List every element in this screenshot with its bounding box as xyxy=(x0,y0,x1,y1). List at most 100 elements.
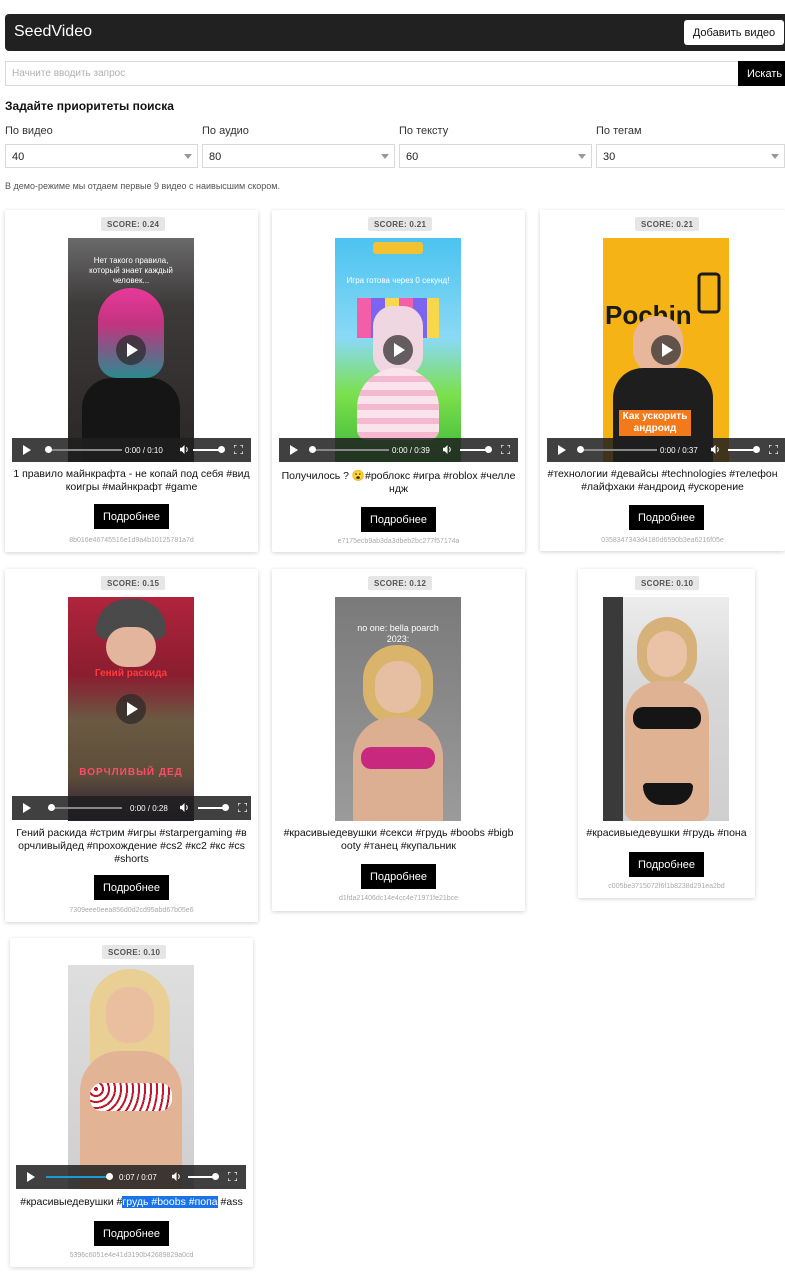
progress-track[interactable] xyxy=(48,449,122,451)
video-tags: Получилось ? 😮#роблокс #игра #roblox #че… xyxy=(276,470,521,496)
video-controls: 0:00 / 0:37 xyxy=(547,438,785,462)
video-tags-line: 1 правило майнкрафта - не копай под себя… xyxy=(13,468,250,480)
details-button[interactable]: Подробнее xyxy=(94,504,169,529)
coin-counter xyxy=(373,242,423,254)
details-button[interactable]: Подробнее xyxy=(629,852,704,877)
progress-track[interactable] xyxy=(46,1176,110,1178)
progress-handle[interactable] xyxy=(106,1173,113,1180)
play-icon[interactable] xyxy=(383,335,413,365)
video-tags-line: Гений раскида #стрим #игры #starpergamin… xyxy=(16,827,247,839)
app-title[interactable]: SeedVideo xyxy=(14,23,92,41)
priority-video-label: По видео xyxy=(5,125,53,137)
video-thumbnail[interactable]: Гений раскида ВОРЧЛИВЫЙ ДЕД xyxy=(68,597,194,821)
video-card: SCORE: 0.15 Гений раскида ВОРЧЛИВЫЙ ДЕД … xyxy=(5,569,258,922)
video-tags: Гений раскида #стрим #игры #starpergamin… xyxy=(9,827,254,866)
progress-handle[interactable] xyxy=(48,804,55,811)
priority-tags-label: По тегам xyxy=(596,125,642,137)
video-thumbnail[interactable]: Игра готова через 0 секунд! xyxy=(335,238,461,462)
details-button[interactable]: Подробнее xyxy=(629,505,704,530)
priority-audio-select[interactable]: 80 xyxy=(202,144,395,168)
search-button[interactable]: Искать xyxy=(738,61,785,86)
volume-slider[interactable] xyxy=(193,449,219,451)
person-body xyxy=(353,717,443,821)
chevron-down-icon xyxy=(771,154,779,159)
play-icon[interactable] xyxy=(27,1172,35,1182)
volume-icon[interactable] xyxy=(711,445,720,454)
video-tags: #красивыедевушки #грудь #boobs #попа #as… xyxy=(12,1196,251,1209)
details-button[interactable]: Подробнее xyxy=(94,875,169,900)
score-badge: SCORE: 0.10 xyxy=(635,576,700,590)
time-display: 0:00 / 0:39 xyxy=(392,446,430,455)
video-tags-line: #красивыедевушки #секси #грудь #boobs #b… xyxy=(283,827,514,839)
priority-text-select[interactable]: 60 xyxy=(399,144,592,168)
progress-track[interactable] xyxy=(315,449,389,451)
volume-slider[interactable] xyxy=(460,449,486,451)
video-tags-line: ндж xyxy=(389,483,408,495)
video-controls: 0:00 / 0:39 xyxy=(279,438,518,462)
video-card: SCORE: 0.24 Нет такого правила, который … xyxy=(5,210,258,552)
video-tags-line: Получилось ? 😮#роблокс #игра #roblox #че… xyxy=(281,470,516,482)
video-tags-line: #технологии #девайсы #technologies #теле… xyxy=(547,468,778,480)
priority-text-value: 60 xyxy=(406,151,419,163)
volume-icon[interactable] xyxy=(172,1172,181,1181)
progress-handle[interactable] xyxy=(45,446,52,453)
video-thumbnail[interactable]: Нет такого правила, который знает каждый… xyxy=(68,238,194,462)
volume-handle[interactable] xyxy=(753,446,760,453)
progress-track[interactable] xyxy=(583,449,657,451)
volume-icon[interactable] xyxy=(180,445,189,454)
video-controls: 0:00 / 0:28 xyxy=(12,796,251,820)
video-id: 8b016e46745516e1d9a4b10125781a7d xyxy=(69,537,194,544)
chevron-down-icon xyxy=(578,154,586,159)
priority-audio-value: 80 xyxy=(209,151,222,163)
play-icon[interactable] xyxy=(116,335,146,365)
play-icon[interactable] xyxy=(651,335,681,365)
priority-video-select[interactable]: 40 xyxy=(5,144,198,168)
video-tags: #красивыедевушки #грудь #пона xyxy=(586,827,747,839)
volume-handle[interactable] xyxy=(485,446,492,453)
video-thumbnail[interactable]: no one: bella poarch 2023: xyxy=(335,597,461,821)
volume-slider[interactable] xyxy=(198,807,224,809)
video-thumbnail[interactable]: Pochin Как ускорить андроид xyxy=(603,238,729,462)
selected-text: грудь #boobs #попа xyxy=(122,1196,218,1208)
video-thumbnail[interactable] xyxy=(68,965,194,1189)
fullscreen-icon[interactable] xyxy=(501,445,510,454)
video-tags-text: #красивыедевушки # xyxy=(20,1196,123,1208)
volume-icon[interactable] xyxy=(443,445,452,454)
chevron-down-icon xyxy=(184,154,192,159)
play-icon[interactable] xyxy=(23,445,31,455)
video-caption: Гений раскида xyxy=(94,668,168,679)
volume-icon[interactable] xyxy=(180,803,189,812)
volume-handle[interactable] xyxy=(218,446,225,453)
play-icon[interactable] xyxy=(116,694,146,724)
fullscreen-icon[interactable] xyxy=(769,445,778,454)
priority-tags-value: 30 xyxy=(603,151,616,163)
play-icon[interactable] xyxy=(23,803,31,813)
video-thumbnail[interactable] xyxy=(603,597,729,821)
volume-slider[interactable] xyxy=(728,449,754,451)
details-button[interactable]: Подробнее xyxy=(94,1221,169,1246)
fullscreen-icon[interactable] xyxy=(234,445,243,454)
person-face xyxy=(106,627,156,667)
video-id: d1fda21406dc14e4cc4e71971fe21bce xyxy=(338,895,459,902)
score-badge: SCORE: 0.12 xyxy=(368,576,433,590)
video-id: 7309eee0eea856d0d2cd95abd67b05e6 xyxy=(69,907,194,914)
play-icon[interactable] xyxy=(558,445,566,455)
video-card: SCORE: 0.12 no one: bella poarch 2023: #… xyxy=(272,569,525,911)
progress-track[interactable] xyxy=(48,807,122,809)
score-badge: SCORE: 0.24 xyxy=(101,217,166,231)
volume-slider[interactable] xyxy=(188,1176,214,1178)
priority-tags-select[interactable]: 30 xyxy=(596,144,785,168)
fullscreen-icon[interactable] xyxy=(228,1172,237,1181)
search-input[interactable] xyxy=(5,61,738,86)
fullscreen-icon[interactable] xyxy=(238,803,247,812)
overlay-text-icon: ВОРЧЛИВЫЙ ДЕД xyxy=(79,767,183,778)
details-button[interactable]: Подробнее xyxy=(361,507,436,532)
volume-handle[interactable] xyxy=(222,804,229,811)
details-button[interactable]: Подробнее xyxy=(361,864,436,889)
add-video-button[interactable]: Добавить видео xyxy=(684,20,784,45)
play-icon[interactable] xyxy=(290,445,298,455)
progress-handle[interactable] xyxy=(577,446,584,453)
chevron-down-icon xyxy=(381,154,389,159)
progress-handle[interactable] xyxy=(309,446,316,453)
volume-handle[interactable] xyxy=(212,1173,219,1180)
